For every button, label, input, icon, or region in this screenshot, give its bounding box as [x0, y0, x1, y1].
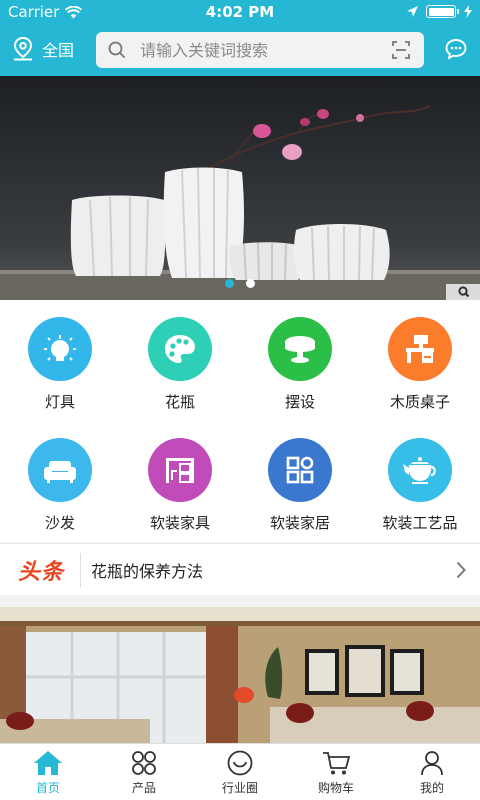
- search-icon: [108, 41, 126, 59]
- scan-icon[interactable]: [392, 41, 410, 59]
- category-item-crafts[interactable]: 软装工艺品: [360, 421, 480, 542]
- category-label: 软装工艺品: [382, 514, 458, 532]
- magnifier-icon: [458, 286, 470, 298]
- category-label: 灯具: [44, 393, 75, 411]
- teapot-icon: [388, 438, 452, 502]
- category-label: 木质桌子: [389, 393, 450, 411]
- message-icon[interactable]: [444, 37, 468, 61]
- status-right: [407, 5, 472, 18]
- tab-products[interactable]: 产品: [96, 744, 192, 800]
- location-pin-icon: [13, 36, 33, 61]
- category-item-wooden-tables[interactable]: 木质桌子: [360, 300, 480, 421]
- banner-carousel[interactable]: [0, 76, 480, 300]
- tab-mine[interactable]: 我的: [384, 744, 480, 800]
- tab-label: 行业圈: [221, 781, 258, 795]
- cart-icon: [323, 752, 351, 775]
- category-label: 摆设: [284, 393, 315, 411]
- tab-label: 我的: [419, 781, 444, 795]
- desk-icon: [388, 317, 452, 381]
- tab-home[interactable]: 首页: [0, 744, 96, 800]
- user-icon: [421, 751, 443, 776]
- location-selector[interactable]: 全国: [12, 36, 74, 62]
- palette-icon: [148, 317, 212, 381]
- category-label: 沙发: [44, 514, 75, 532]
- category-item-soft-home[interactable]: 软装家居: [240, 421, 360, 542]
- room-photo[interactable]: [0, 607, 480, 743]
- carousel-dot-1[interactable]: [225, 279, 234, 288]
- category-item-sofas[interactable]: 沙发: [0, 421, 120, 542]
- category-label: 软装家居: [269, 514, 330, 532]
- tab-cart[interactable]: 购物车: [288, 744, 384, 800]
- products-icon: [132, 751, 156, 775]
- search-input[interactable]: [140, 40, 370, 60]
- location-label: 全国: [42, 41, 75, 60]
- location-arrow-icon: [407, 6, 418, 17]
- top-bar: 全国: [0, 26, 480, 76]
- headline-divider: [80, 552, 82, 587]
- category-label: 花瓶: [164, 393, 195, 411]
- furniture-icon: [148, 438, 212, 502]
- headline-text[interactable]: 花瓶的保养方法: [91, 558, 203, 582]
- category-grid: 灯具 花瓶 摆设 木质桌子 沙发 软装家具 软装家居 软装工艺品: [0, 300, 480, 542]
- tab-label: 购物车: [317, 781, 354, 795]
- chevron-right-icon[interactable]: [456, 561, 466, 579]
- category-item-soft-furniture[interactable]: 软装家具: [120, 421, 240, 542]
- category-label: 软装家具: [149, 514, 210, 532]
- banner-vases-image: [0, 105, 480, 300]
- home-icon: [34, 751, 62, 775]
- status-bar: Carrier 4:02 PM: [0, 0, 480, 24]
- zoom-button[interactable]: [446, 284, 480, 300]
- carousel-dot-2[interactable]: [246, 279, 255, 288]
- category-item-lamps[interactable]: 灯具: [0, 300, 120, 421]
- sofa-icon: [28, 438, 92, 502]
- table-icon: [268, 317, 332, 381]
- grid-icon: [268, 438, 332, 502]
- living-room-image: [0, 607, 480, 743]
- headline-tag: 头条: [18, 559, 65, 585]
- search-box[interactable]: [96, 32, 424, 68]
- smile-circle-icon: [227, 750, 253, 776]
- battery-icon: [426, 5, 459, 18]
- headline-bar[interactable]: 头条 花瓶的保养方法: [0, 543, 480, 595]
- carousel-indicators: [0, 279, 480, 288]
- bulb-icon: [28, 317, 92, 381]
- category-item-vases[interactable]: 花瓶: [120, 300, 240, 421]
- charging-icon: [464, 5, 472, 18]
- tab-label: 产品: [131, 781, 156, 795]
- tab-industry-circle[interactable]: 行业圈: [192, 744, 288, 800]
- category-item-ornaments[interactable]: 摆设: [240, 300, 360, 421]
- tab-label: 首页: [35, 781, 60, 795]
- bottom-tab-bar: 首页 产品 行业圈 购物车 我的: [0, 743, 480, 800]
